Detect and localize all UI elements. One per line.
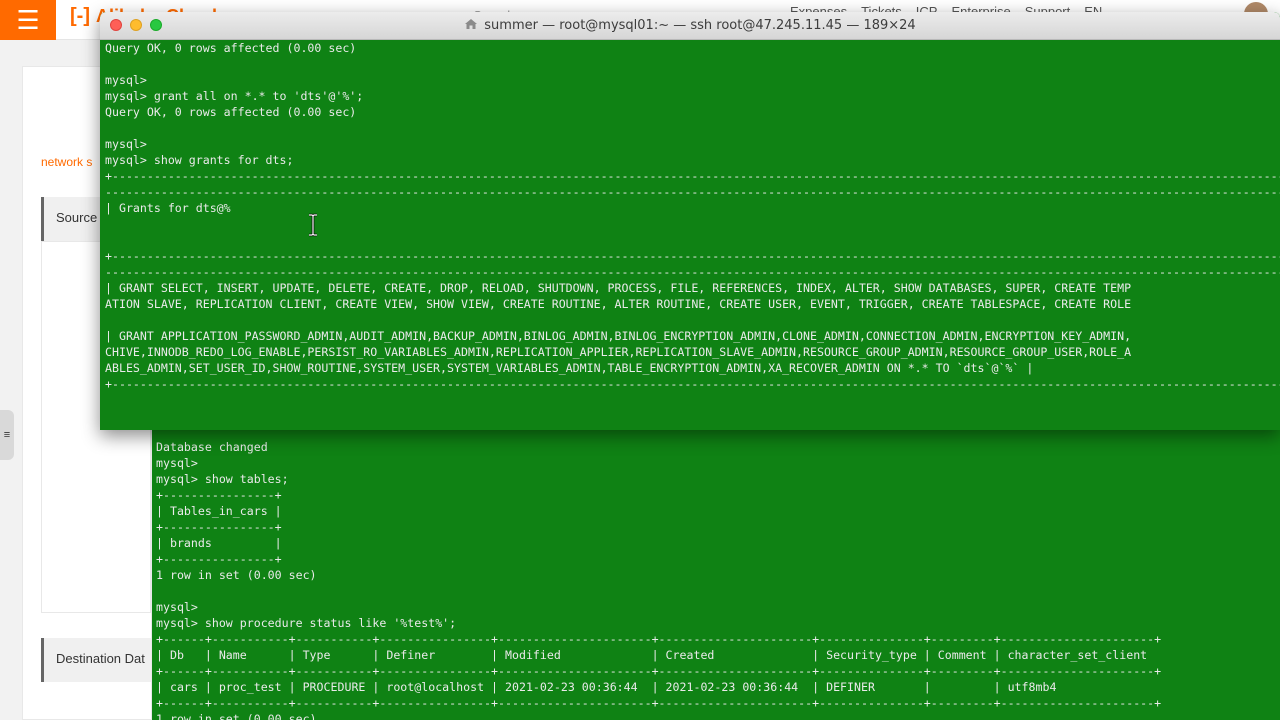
terminal-line: 1 row in set (0.00 sec) xyxy=(156,712,317,720)
logo-mark-icon: [-] xyxy=(70,4,90,27)
terminal-line: +---------------------------------------… xyxy=(105,169,1280,183)
terminal-line: mysql> xyxy=(105,137,147,151)
terminal-line: 1 row in set (0.00 sec) xyxy=(156,568,317,582)
terminal-line: +---------------------------------------… xyxy=(105,249,1280,263)
side-panel-handle[interactable]: ≡ xyxy=(0,410,14,460)
terminal-front-window[interactable]: summer — root@mysql01:~ — ssh root@47.24… xyxy=(100,12,1280,430)
destination-tab[interactable]: Destination Dat xyxy=(41,638,151,682)
terminal-back-window[interactable]: Database changed mysql> mysql> show tables… xyxy=(152,430,1280,720)
terminal-line: | brands | xyxy=(156,536,282,550)
terminal-line: mysql> grant all on *.* to 'dts'@'%'; xyxy=(105,89,364,103)
terminal-line: ----------------------------------------… xyxy=(105,185,1280,199)
terminal-line: mysql> show grants for dts; xyxy=(105,153,294,167)
terminal-line: ATION SLAVE, REPLICATION CLIENT, CREATE … xyxy=(105,297,1132,311)
terminal-line: Database changed xyxy=(156,440,268,454)
terminal-line: +------+-----------+-----------+--------… xyxy=(156,664,1162,678)
terminal-line: +---------------------------------------… xyxy=(105,377,1280,391)
terminal-line: | xyxy=(105,232,1280,248)
terminal-line: ----------------------------------------… xyxy=(105,265,1280,279)
home-folder-icon xyxy=(465,19,478,29)
network-label[interactable]: network s xyxy=(41,155,92,169)
terminal-line: Query OK, 0 rows affected (0.00 sec) xyxy=(105,105,357,119)
terminal-line: CHIVE,INNODB_REDO_LOG_ENABLE,PERSIST_RO_… xyxy=(105,345,1132,359)
terminal-line: +------+-----------+-----------+--------… xyxy=(156,632,1162,646)
terminal-line: | Db | Name | Type | Definer | Modified … xyxy=(156,648,1148,662)
text-cursor-icon xyxy=(309,213,317,237)
terminal-line: mysql> xyxy=(105,73,147,87)
terminal-line: +----------------+ xyxy=(156,520,282,534)
terminal-titlebar[interactable]: summer — root@mysql01:~ — ssh root@47.24… xyxy=(100,12,1280,40)
terminal-title: summer — root@mysql01:~ — ssh root@47.24… xyxy=(100,18,1280,33)
terminal-title-text: summer — root@mysql01:~ — ssh root@47.24… xyxy=(484,18,916,33)
terminal-line: | cars | proc_test | PROCEDURE | root@lo… xyxy=(156,680,1057,694)
terminal-line: | Grants for dts@% xyxy=(105,201,231,215)
terminal-line: | Tables_in_cars | xyxy=(156,504,282,518)
terminal-line: | GRANT APPLICATION_PASSWORD_ADMIN,AUDIT… xyxy=(105,329,1132,343)
terminal-line: ABLES_ADMIN,SET_USER_ID,SHOW_ROUTINE,SYS… xyxy=(105,361,1034,375)
terminal-line: +----------------+ xyxy=(156,552,282,566)
terminal-line: mysql> xyxy=(156,600,198,614)
terminal-line: +------+-----------+-----------+--------… xyxy=(156,696,1162,710)
terminal-line: mysql> show procedure status like '%test… xyxy=(156,616,457,630)
terminal-line: | GRANT SELECT, INSERT, UPDATE, DELETE, … xyxy=(105,281,1132,295)
hamburger-menu-button[interactable]: ☰ xyxy=(0,0,56,40)
terminal-line: mysql> xyxy=(156,456,198,470)
terminal-line: Query OK, 0 rows affected (0.00 sec) xyxy=(105,41,357,55)
terminal-line: | xyxy=(105,312,1280,328)
terminal-line: mysql> show tables; xyxy=(156,472,289,486)
terminal-line: +----------------+ xyxy=(156,488,282,502)
